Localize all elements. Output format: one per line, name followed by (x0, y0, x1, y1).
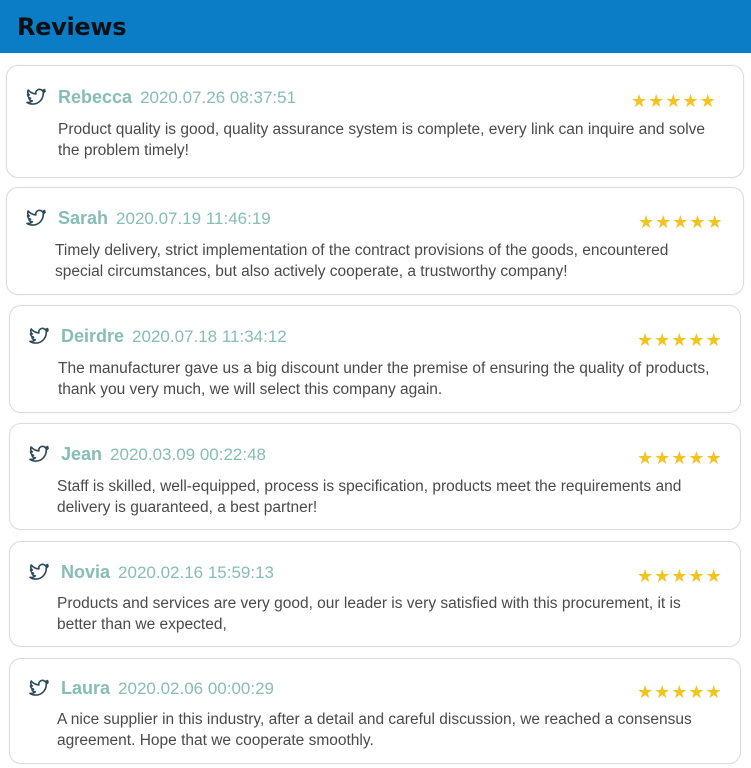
star-icon: ★ (705, 682, 722, 702)
review-date: 2020.07.19 11:46:19 (116, 208, 271, 228)
star-icon: ★ (671, 330, 688, 350)
review-text: Product quality is good, quality assuran… (58, 121, 706, 159)
twitter-bird-icon[interactable] (29, 327, 50, 346)
star-icon: ★ (637, 682, 654, 702)
star-icon: ★ (688, 330, 705, 350)
star-rating: ★ ★ ★ ★ ★ (637, 449, 722, 467)
star-rating: ★ ★ ★ ★ ★ (637, 567, 722, 585)
star-icon: ★ (637, 566, 654, 586)
twitter-bird-icon[interactable] (26, 209, 47, 228)
star-icon: ★ (672, 212, 689, 232)
star-icon: ★ (699, 91, 716, 111)
review-card: Rebecca 2020.07.26 08:37:51 ★ ★ ★ ★ ★ Product q… (6, 65, 744, 178)
review-date: 2020.03.09 00:22:48 (110, 444, 267, 464)
star-icon: ★ (688, 566, 705, 586)
twitter-bird-icon[interactable] (29, 445, 50, 464)
star-icon: ★ (688, 448, 705, 468)
review-card: Laura 2020.02.06 00:00:29 ★ ★ ★ ★ ★ A nice supp… (9, 658, 741, 764)
reviewer-name: Jean (61, 444, 103, 464)
reviewer-name: Deirdre (61, 326, 125, 346)
star-rating: ★ ★ ★ ★ ★ (637, 683, 722, 701)
star-icon: ★ (682, 91, 699, 111)
star-icon: ★ (631, 91, 648, 111)
review-text: The manufacturer gave us a big discount … (58, 360, 710, 398)
star-icon: ★ (654, 682, 671, 702)
reviews-header: Reviews (0, 0, 751, 53)
review-date: 2020.07.26 08:37:51 (140, 87, 297, 107)
star-icon: ★ (637, 448, 654, 468)
star-icon: ★ (705, 330, 722, 350)
review-date: 2020.07.18 11:34:12 (132, 326, 287, 346)
review-card: Novia 2020.02.16 15:59:13 ★ ★ ★ ★ ★ Products an… (9, 541, 741, 647)
star-rating: ★ ★ ★ ★ ★ (637, 331, 722, 349)
twitter-bird-icon[interactable] (26, 88, 47, 107)
star-icon: ★ (671, 448, 688, 468)
star-icon: ★ (671, 566, 688, 586)
reviewer-name: Rebecca (58, 87, 133, 107)
review-text: Timely delivery, strict implementation o… (55, 242, 669, 280)
star-icon: ★ (654, 566, 671, 586)
star-icon: ★ (671, 682, 688, 702)
star-icon: ★ (648, 91, 665, 111)
twitter-bird-icon[interactable] (29, 563, 50, 582)
review-card: Deirdre 2020.07.18 11:34:12 ★ ★ ★ ★ ★ The manuf… (9, 305, 741, 413)
star-icon: ★ (637, 330, 654, 350)
reviewer-name: Laura (61, 678, 111, 698)
review-card: Sarah 2020.07.19 11:46:19 ★ ★ ★ ★ ★ Timely deli… (6, 187, 744, 295)
star-icon: ★ (655, 212, 672, 232)
star-icon: ★ (705, 448, 722, 468)
star-icon: ★ (665, 91, 682, 111)
star-rating: ★ ★ ★ ★ ★ (638, 213, 723, 231)
reviewer-name: Sarah (58, 208, 109, 228)
star-icon: ★ (689, 212, 706, 232)
star-icon: ★ (688, 682, 705, 702)
star-icon: ★ (654, 448, 671, 468)
review-text: A nice supplier in this industry, after … (57, 711, 692, 749)
review-date: 2020.02.06 00:00:29 (118, 678, 275, 698)
reviewer-name: Novia (61, 562, 111, 582)
star-icon: ★ (638, 212, 655, 232)
star-icon: ★ (705, 566, 722, 586)
star-rating: ★ ★ ★ ★ ★ (631, 92, 716, 110)
review-card: Jean 2020.03.09 00:22:48 ★ ★ ★ ★ ★ Staff is ski… (9, 423, 741, 530)
review-text: Staff is skilled, well-equipped, process… (57, 478, 682, 516)
twitter-bird-icon[interactable] (29, 679, 50, 698)
review-date: 2020.02.16 15:59:13 (118, 562, 275, 582)
review-text: Products and services are very good, our… (57, 595, 681, 633)
star-icon: ★ (654, 330, 671, 350)
star-icon: ★ (706, 212, 723, 232)
page-title: Reviews (17, 12, 127, 41)
